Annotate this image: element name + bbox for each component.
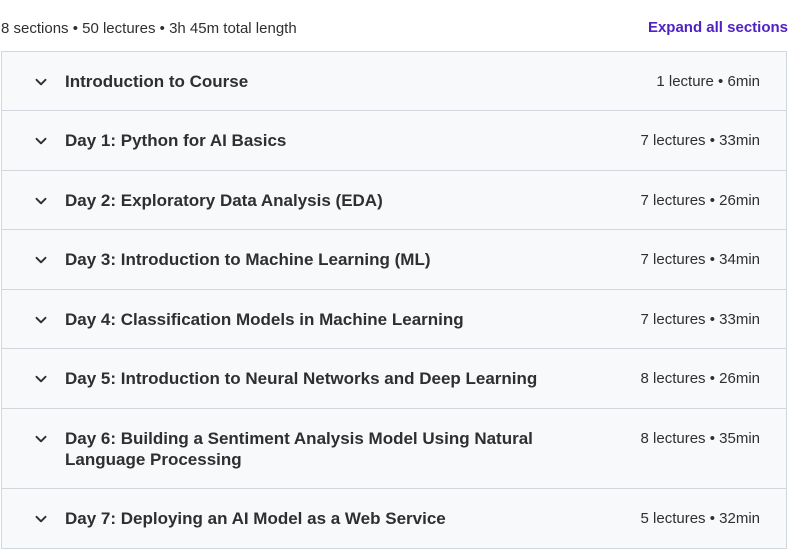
- section-header-day-4[interactable]: Day 4: Classification Models in Machine …: [1, 290, 787, 349]
- chevron-down-icon: [32, 192, 50, 210]
- section-header-introduction[interactable]: Introduction to Course 1 lecture • 6min: [1, 52, 787, 111]
- section-meta: 7 lectures • 34min: [640, 251, 760, 268]
- chevron-down-icon: [32, 430, 50, 448]
- section-title: Day 2: Exploratory Data Analysis (EDA): [65, 191, 383, 210]
- section-title: Day 7: Deploying an AI Model as a Web Se…: [65, 509, 446, 528]
- section-meta: 7 lectures • 26min: [640, 192, 760, 209]
- curriculum-summary: 8 sections • 50 lectures • 3h 45m total …: [1, 20, 297, 37]
- chevron-down-icon: [32, 311, 50, 329]
- section-meta: 5 lectures • 32min: [640, 510, 760, 527]
- chevron-down-icon: [32, 132, 50, 150]
- section-title: Introduction to Course: [65, 72, 249, 91]
- section-header-day-5[interactable]: Day 5: Introduction to Neural Networks a…: [1, 349, 787, 409]
- section-title: Day 4: Classification Models in Machine …: [65, 310, 464, 329]
- section-title: Day 3: Introduction to Machine Learning …: [65, 250, 431, 269]
- section-header-day-3[interactable]: Day 3: Introduction to Machine Learning …: [1, 230, 787, 290]
- section-title: Day 5: Introduction to Neural Networks a…: [65, 369, 538, 388]
- section-meta: 8 lectures • 26min: [640, 370, 760, 387]
- section-header-day-6[interactable]: Day 6: Building a Sentiment Analysis Mod…: [1, 409, 787, 489]
- section-title: Day 1: Python for AI Basics: [65, 131, 287, 150]
- chevron-down-icon: [32, 73, 50, 91]
- curriculum-header: 8 sections • 50 lectures • 3h 45m total …: [0, 0, 788, 52]
- section-header-day-7[interactable]: Day 7: Deploying an AI Model as a Web Se…: [1, 489, 787, 549]
- section-meta: 8 lectures • 35min: [640, 430, 760, 447]
- section-header-day-1[interactable]: Day 1: Python for AI Basics 7 lectures •…: [1, 111, 787, 171]
- section-title: Day 6: Building a Sentiment Analysis Mod…: [65, 429, 533, 469]
- section-meta: 7 lectures • 33min: [640, 132, 760, 149]
- chevron-down-icon: [32, 370, 50, 388]
- section-meta: 7 lectures • 33min: [640, 311, 760, 328]
- chevron-down-icon: [32, 251, 50, 269]
- section-header-day-2[interactable]: Day 2: Exploratory Data Analysis (EDA) 7…: [1, 171, 787, 230]
- chevron-down-icon: [32, 510, 50, 528]
- section-list: Introduction to Course 1 lecture • 6min …: [1, 51, 787, 549]
- section-meta: 1 lecture • 6min: [656, 73, 760, 90]
- expand-all-sections-button[interactable]: Expand all sections: [648, 19, 788, 36]
